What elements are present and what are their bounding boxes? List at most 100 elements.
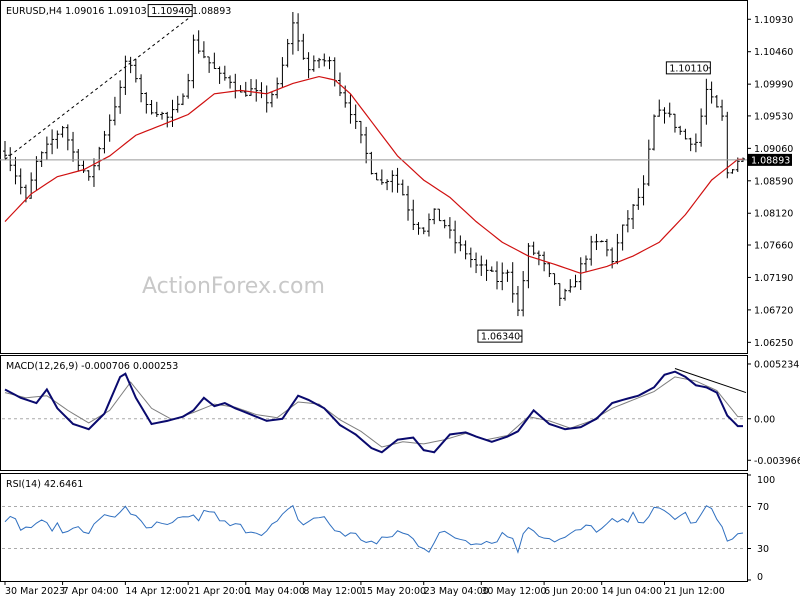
price-bar <box>536 250 541 266</box>
price-bar <box>589 235 594 266</box>
price-bar <box>81 160 86 173</box>
price-bar <box>353 104 358 129</box>
price-bar <box>547 262 552 278</box>
price-bar <box>133 58 138 83</box>
price-bar <box>625 210 630 233</box>
price-bar <box>65 124 70 151</box>
price-bar <box>620 224 625 251</box>
rsi-tick-label: 30 <box>757 544 769 555</box>
price-bar <box>672 113 677 133</box>
rsi-tick-label: 70 <box>757 502 769 513</box>
price-bar <box>233 73 238 99</box>
price-bar <box>301 33 306 60</box>
price-bar <box>364 126 369 164</box>
price-bar <box>599 240 604 243</box>
price-bar <box>249 78 253 96</box>
price-bar <box>442 219 447 229</box>
price-bar <box>411 199 416 231</box>
price-bar <box>631 204 636 230</box>
price-bar <box>552 273 557 286</box>
price-bar <box>432 208 437 225</box>
price-tick-label: 1.08120 <box>754 209 793 220</box>
price-bar <box>97 146 102 171</box>
price-bar <box>228 75 233 89</box>
price-bar <box>86 170 91 181</box>
price-bar <box>474 252 479 274</box>
price-bar <box>406 185 411 221</box>
price-bar <box>704 78 709 125</box>
price-bar <box>714 94 719 108</box>
price-bar <box>139 74 144 103</box>
price-bar <box>385 179 390 191</box>
macd-tick-label: 0.005234 <box>754 359 799 370</box>
annotation-label: 1.10110 <box>669 63 708 74</box>
rsi-line <box>4 504 744 554</box>
price-bar <box>594 233 599 251</box>
price-bar <box>358 120 363 144</box>
price-bar <box>416 222 421 235</box>
current-price: 1.08893 <box>0 153 792 166</box>
macd-line <box>4 370 743 454</box>
price-bar <box>254 79 259 102</box>
time-tick-label: 21 Apr 20:00 <box>188 586 250 597</box>
price-annotation: 1.06340 <box>477 329 523 343</box>
price-bar <box>311 55 316 72</box>
price-bar <box>379 169 384 185</box>
price-bar <box>641 175 646 206</box>
price-bar <box>395 167 400 193</box>
price-bar <box>699 108 704 147</box>
price-axis: 1.10930 1.10460 1.09990 1.09530 1.09060 1.085… <box>747 15 793 349</box>
price-bar <box>222 65 227 81</box>
price-bar <box>421 227 426 235</box>
price-bar <box>667 102 672 118</box>
price-bar <box>495 261 499 290</box>
price-bar <box>196 30 201 54</box>
time-tick-label: 1 May 04:00 <box>246 586 305 597</box>
price-bar <box>217 66 222 84</box>
price-bar <box>720 99 725 121</box>
time-tick-label: 30 Mar 2023 <box>5 586 65 597</box>
price-bar <box>175 95 180 113</box>
macd-panel-frame <box>0 355 748 471</box>
chart-svg: ActionForex.com EURUSD,H4 1.09016 1.0910… <box>0 0 800 597</box>
time-tick-label: 23 May 04:00 <box>424 586 489 597</box>
price-bar <box>8 147 13 172</box>
price-bar <box>348 94 353 124</box>
time-tick-label: 6 Jun 20:00 <box>544 586 598 597</box>
price-bar <box>400 179 405 196</box>
price-panel-frame <box>0 0 748 354</box>
price-bar <box>563 288 568 301</box>
macd-axis: 0.005234 0.00 -0.003966 <box>747 359 800 467</box>
price-bar <box>437 208 442 222</box>
price-bar <box>165 111 170 128</box>
price-bar <box>390 170 395 193</box>
price-bar <box>615 233 620 265</box>
trendline <box>4 18 189 160</box>
price-bar <box>212 52 217 70</box>
price-bar <box>285 38 290 68</box>
price-bar <box>322 53 327 67</box>
time-tick-label: 21 Jun 12:00 <box>664 586 724 597</box>
price-bar <box>107 114 112 142</box>
price-bar <box>604 238 609 257</box>
price-bar <box>678 125 683 135</box>
price-bar <box>636 188 641 210</box>
price-bar <box>71 131 76 162</box>
price-bar <box>44 136 49 160</box>
price-bar <box>55 130 60 149</box>
price-bar <box>91 158 96 187</box>
current-price-label: 1.08893 <box>751 155 790 166</box>
rsi-tick-label: 100 <box>757 475 775 486</box>
price-bar <box>505 269 510 282</box>
time-tick-label: 7 Apr 04:00 <box>63 586 119 597</box>
price-tick-label: 1.06250 <box>754 338 793 349</box>
price-bar <box>662 107 667 124</box>
price-bar <box>426 213 431 237</box>
price-bar <box>170 99 175 127</box>
time-tick-label: 14 Apr 12:00 <box>125 586 187 597</box>
time-tick-label: 15 May 20:00 <box>361 586 426 597</box>
time-tick-label: 14 Jun 04:00 <box>602 586 662 597</box>
time-axis: 30 Mar 20237 Apr 04:00 14 Apr 12:00 21 Apr… <box>4 581 725 597</box>
macd-tick-label: 0.00 <box>754 414 775 425</box>
price-bar <box>332 57 337 87</box>
